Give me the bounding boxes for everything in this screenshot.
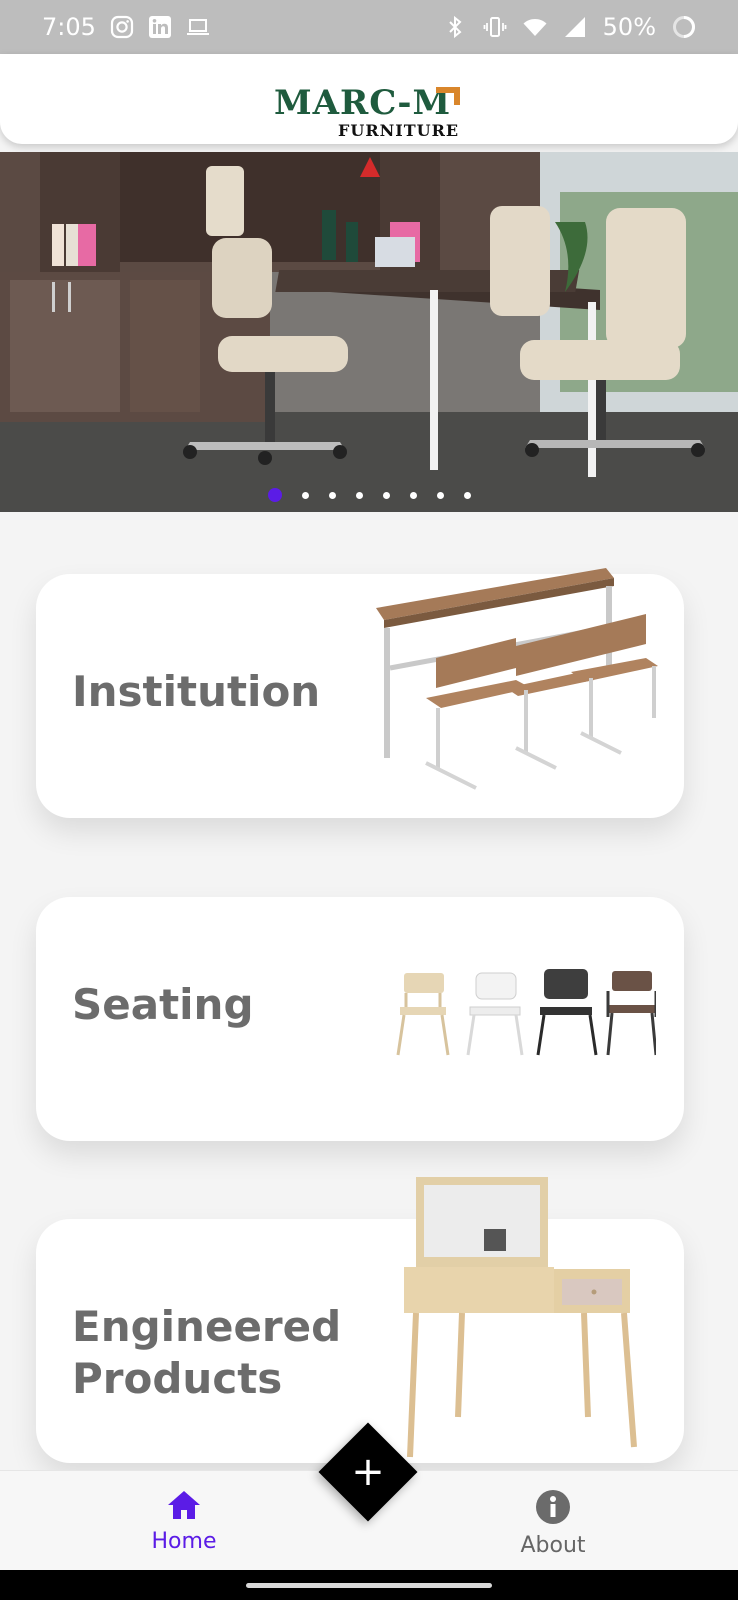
carousel-dot-active[interactable] [267, 488, 282, 502]
signal-icon [564, 17, 585, 37]
hero-carousel[interactable] [0, 152, 738, 512]
carousel-indicators[interactable] [0, 488, 738, 502]
vibrate-icon [483, 17, 507, 37]
nav-home[interactable]: Home [124, 1489, 244, 1554]
seating-chairs-image [396, 969, 656, 1056]
category-card-institution[interactable]: Institution [36, 568, 684, 818]
carousel-dot[interactable] [355, 491, 363, 499]
linkedin-icon [148, 16, 171, 38]
bluetooth-icon [448, 15, 462, 39]
nav-about-label: About [520, 1533, 586, 1558]
carousel-dot[interactable] [301, 491, 309, 499]
vanity-desk-image [404, 1177, 637, 1458]
category-title-engineered-products: Engineered Products [72, 1302, 342, 1403]
battery-icon [673, 16, 695, 38]
chair-white [466, 972, 524, 1056]
carousel-dot[interactable] [328, 491, 336, 499]
home-icon [168, 1491, 200, 1519]
logo-arrow-icon [436, 87, 460, 105]
add-fab-button[interactable]: + [318, 1422, 418, 1522]
instagram-icon [110, 15, 134, 39]
info-icon [536, 1490, 570, 1524]
laptop-icon [186, 19, 209, 35]
office-furniture-image [0, 152, 738, 512]
chair-brown [606, 971, 656, 1056]
carousel-dot[interactable] [436, 491, 444, 499]
wifi-icon [523, 19, 547, 36]
category-card-seating[interactable]: Seating [36, 897, 684, 1141]
home-indicator[interactable] [246, 1583, 492, 1588]
chair-black [536, 969, 598, 1056]
category-card-engineered-products[interactable]: Engineered Products [36, 1177, 684, 1463]
logo-text: MARC-M [274, 83, 452, 123]
status-bar: 7:05 50% [0, 0, 738, 54]
carousel-dot[interactable] [409, 491, 417, 499]
carousel-dot[interactable] [382, 491, 390, 499]
nav-home-label: Home [151, 1529, 217, 1554]
plus-icon: + [351, 1449, 385, 1495]
category-title-institution: Institution [72, 667, 321, 716]
brand-logo[interactable]: MARC-M FURNITURE [274, 69, 464, 140]
institution-furniture-image [376, 568, 658, 790]
battery-level: 50% [602, 13, 656, 41]
status-left: 7:05 [42, 13, 210, 41]
logo-subtext: FURNITURE [338, 121, 460, 140]
nav-about[interactable]: About [493, 1489, 613, 1558]
gesture-bar [0, 1570, 738, 1600]
category-title-seating: Seating [72, 980, 254, 1029]
app-bar: MARC-M FURNITURE [0, 54, 738, 144]
status-right: 50% [443, 13, 696, 41]
chair-beige [396, 973, 450, 1056]
status-time: 7:05 [42, 13, 96, 41]
carousel-dot[interactable] [463, 491, 471, 499]
